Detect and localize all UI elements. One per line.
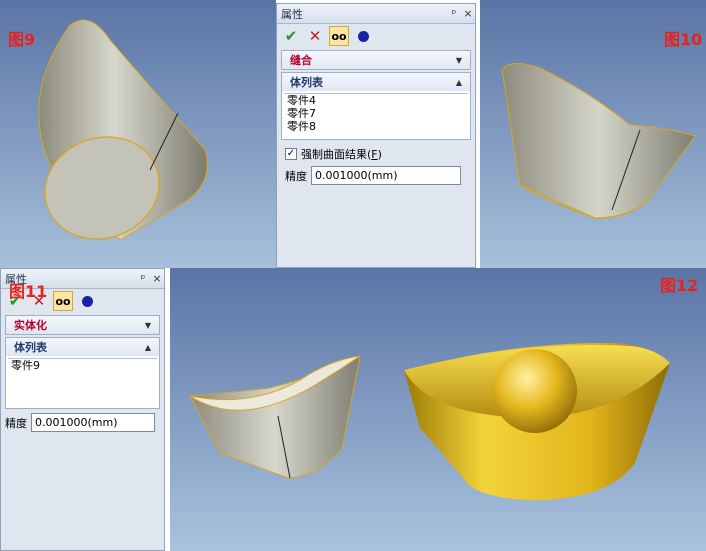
confirm-checkmark-icon[interactable]: ✔: [281, 26, 301, 46]
panel-title-bar: 属性 ᵖ ×: [277, 4, 475, 24]
operation-dropdown[interactable]: 实体化 ▼: [5, 315, 160, 335]
list-item[interactable]: 零件7: [284, 107, 468, 120]
force-surface-row: ✓ 强制曲面结果(F): [285, 146, 467, 162]
blue-dot-icon[interactable]: [353, 26, 373, 46]
figure-label-11: 图11: [9, 282, 48, 301]
panel-toolbar: ✔ ✕ oo: [277, 24, 475, 48]
precision-label: 精度: [5, 416, 27, 430]
cone-shell-model: [38, 19, 208, 241]
operation-dropdown[interactable]: 缝合 ▼: [281, 50, 471, 70]
body-list-title: 体列表: [14, 341, 47, 354]
figure-label-10: 图10: [664, 30, 703, 49]
pin-icon[interactable]: ᵖ: [447, 7, 461, 20]
collapse-icon[interactable]: ▲: [145, 343, 151, 352]
list-item[interactable]: 零件8: [284, 120, 468, 133]
property-panel-stitch: 属性 ᵖ × ✔ ✕ oo 缝合 ▼ 体列表 ▲ 零件4 零件7 零件8 ✓ 强…: [276, 3, 476, 268]
body-list-section: 体列表 ▲ 零件4 零件7 零件8: [281, 72, 471, 140]
ingot-solid-model: [189, 355, 361, 479]
preview-glasses-icon[interactable]: oo: [329, 26, 349, 46]
viewport-fig11[interactable]: [170, 268, 370, 551]
operation-label: 缝合: [290, 54, 312, 67]
list-item[interactable]: 零件9: [8, 359, 157, 372]
figure-label-9: 图9: [8, 30, 36, 49]
body-list-title: 体列表: [290, 76, 323, 89]
viewport-fig12[interactable]: 图12: [370, 268, 706, 551]
property-panel-solidify: 属性 ᵖ × ✔ ✕ oo 实体化 ▼ 体列表 ▲ 零件9 精度 0.00100…: [0, 268, 165, 551]
precision-row: 精度 0.001000(mm): [285, 166, 467, 185]
body-list: 零件4 零件7 零件8: [284, 93, 468, 137]
force-surface-label: 强制曲面结果(F): [301, 148, 382, 161]
gold-ingot-model: [404, 343, 670, 500]
precision-row: 精度 0.001000(mm): [5, 413, 160, 432]
viewport-fig9[interactable]: 图9: [0, 0, 276, 268]
preview-glasses-icon[interactable]: oo: [53, 291, 73, 311]
precision-input[interactable]: 0.001000(mm): [31, 413, 155, 432]
list-item[interactable]: 零件4: [284, 94, 468, 107]
chevron-down-icon: ▼: [455, 55, 462, 65]
body-list: 零件9: [8, 358, 157, 406]
figure-label-12: 图12: [660, 276, 699, 295]
close-icon[interactable]: ×: [150, 272, 164, 285]
cancel-x-icon[interactable]: ✕: [305, 26, 325, 46]
close-icon[interactable]: ×: [461, 7, 475, 20]
body-list-section: 体列表 ▲ 零件9: [5, 337, 160, 409]
precision-label: 精度: [285, 169, 307, 183]
panel-title: 属性: [281, 7, 303, 21]
blue-dot-icon[interactable]: [77, 291, 97, 311]
viewport-fig10[interactable]: 图10: [480, 0, 706, 268]
chevron-down-icon: ▼: [144, 320, 151, 330]
pin-icon[interactable]: ᵖ: [136, 272, 150, 285]
chevron-up-icon[interactable]: ▲: [456, 78, 462, 87]
operation-label: 实体化: [14, 319, 47, 332]
precision-input[interactable]: 0.001000(mm): [311, 166, 461, 185]
force-surface-checkbox[interactable]: ✓: [285, 148, 297, 160]
